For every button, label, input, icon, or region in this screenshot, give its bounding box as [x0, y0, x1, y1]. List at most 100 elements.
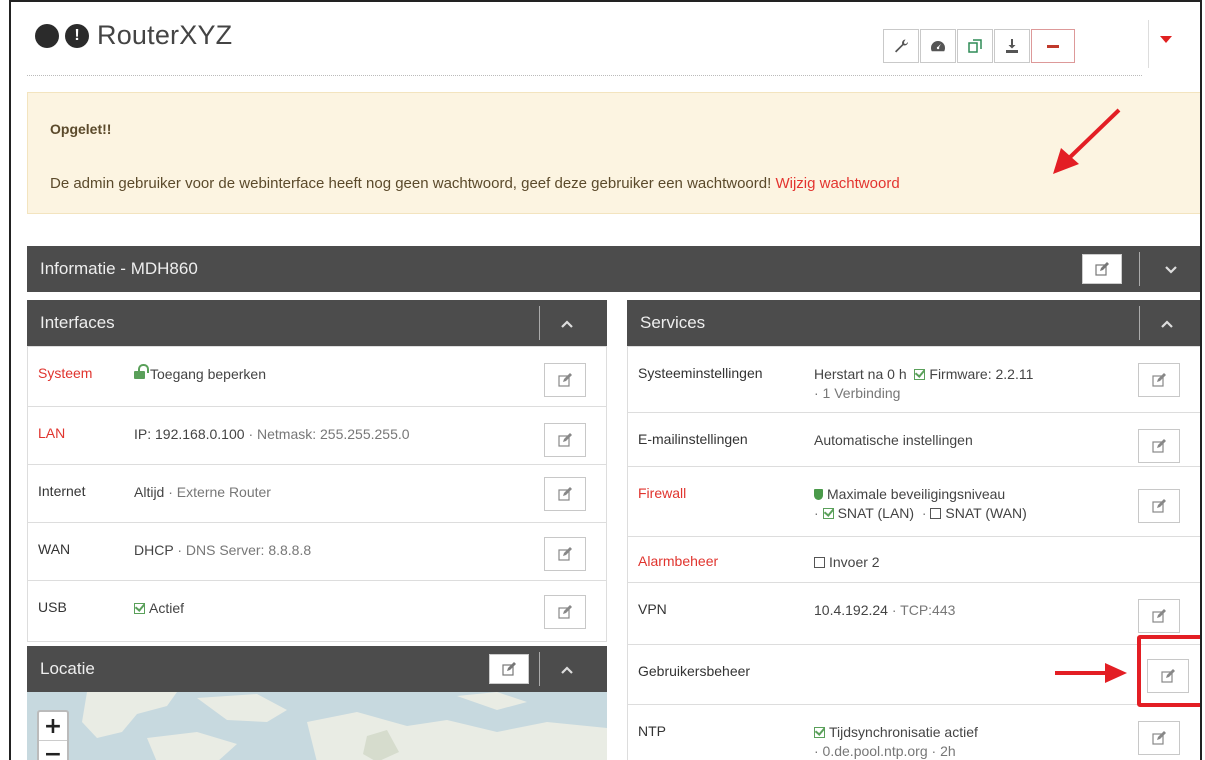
interface-label: Internet — [38, 483, 86, 499]
map-tiles — [82, 692, 607, 760]
page-title: RouterXYZ — [97, 20, 233, 50]
warning-icon: ! — [65, 23, 89, 48]
service-label[interactable]: Alarmbeheer — [638, 553, 718, 569]
map-zoom-control: + − — [37, 710, 69, 760]
interface-row-wan: WAN DHCP · DNS Server: 8.8.8.8 — [28, 523, 606, 581]
interface-label: USB — [38, 599, 67, 615]
download-button[interactable] — [994, 29, 1030, 63]
edit-button[interactable] — [1138, 599, 1180, 633]
checkbox-empty-icon — [930, 508, 942, 519]
chevron-up-icon[interactable] — [560, 662, 574, 676]
service-label: NTP — [638, 723, 666, 739]
interface-label[interactable]: LAN — [38, 425, 65, 441]
edit-icon — [1095, 262, 1109, 276]
service-label: E-mailinstellingen — [638, 431, 748, 447]
edit-button[interactable] — [1138, 429, 1180, 463]
service-row-vpn: VPN 10.4.192.24 · TCP:443 — [628, 583, 1200, 645]
zoom-out-button[interactable]: − — [39, 740, 67, 760]
interfaces-panel-title: Interfaces — [40, 313, 115, 332]
edit-icon — [1152, 373, 1166, 387]
edit-button[interactable] — [1138, 363, 1180, 397]
caret-down-icon[interactable] — [1160, 36, 1172, 43]
service-value: Herstart na 0 h Firmware: 2.2.11 · 1 Verb… — [814, 366, 1034, 401]
locatie-panel-title: Locatie — [40, 659, 95, 678]
header-divider — [27, 75, 1142, 76]
service-row-systeeminstellingen: Systeeminstellingen Herstart na 0 h Firm… — [628, 347, 1200, 413]
edit-icon — [558, 373, 572, 387]
service-row-email: E-mailinstellingen Automatische instelli… — [628, 413, 1200, 467]
restart-button[interactable] — [957, 29, 993, 63]
edit-icon — [1152, 499, 1166, 513]
edit-icon — [1152, 609, 1166, 623]
service-label: Gebruikersbeheer — [638, 663, 751, 679]
dashboard-icon — [931, 41, 945, 52]
edit-icon — [1152, 439, 1166, 453]
interface-row-usb: USB Actief — [28, 581, 606, 643]
header-toolbar — [883, 29, 1076, 63]
annotation-highlight-box — [1137, 635, 1200, 707]
header-divider-line — [1139, 252, 1140, 286]
header-divider-line — [539, 306, 540, 340]
lock-open-icon — [134, 364, 149, 379]
service-label[interactable]: Firewall — [638, 485, 686, 501]
edit-button[interactable] — [1138, 721, 1180, 755]
info-panel-header: Informatie - MDH860 — [27, 246, 1200, 292]
interface-label: WAN — [38, 541, 71, 557]
dashboard-button[interactable] — [920, 29, 956, 63]
locatie-edit-button[interactable] — [489, 654, 529, 684]
interface-value: Toegang beperken — [134, 364, 266, 384]
service-value: Automatische instellingen — [814, 432, 973, 448]
chevron-down-icon[interactable] — [1164, 262, 1178, 276]
alert-title: Opgelet!! — [50, 121, 112, 137]
location-map[interactable] — [27, 692, 607, 760]
restart-icon — [968, 39, 982, 53]
checkbox-empty-icon — [814, 557, 825, 568]
tools-button[interactable] — [883, 29, 919, 63]
interface-row-lan: LAN IP: 192.168.0.100 · Netmask: 255.255… — [28, 407, 606, 465]
change-password-link[interactable]: Wijzig wachtwoord — [775, 175, 899, 192]
edit-button[interactable] — [544, 537, 586, 571]
interface-value: Actief — [134, 599, 184, 618]
header-divider-line — [539, 652, 540, 686]
check-icon — [134, 603, 145, 614]
edit-button[interactable] — [544, 423, 586, 457]
edit-button[interactable] — [544, 363, 586, 397]
info-panel-title: Informatie - MDH860 — [40, 259, 198, 278]
zoom-in-button[interactable]: + — [39, 712, 67, 740]
service-row-gebruikersbeheer: Gebruikersbeheer — [628, 645, 1200, 705]
service-row-alarmbeheer: Alarmbeheer Invoer 2 — [628, 537, 1200, 583]
service-row-ntp: NTP Tijdsynchronisatie actief · 0.de.pool… — [628, 705, 1200, 760]
edit-icon — [558, 547, 572, 561]
info-edit-button[interactable] — [1082, 254, 1122, 284]
edit-icon — [502, 662, 516, 676]
alert-message-text: De admin gebruiker voor de webinterface … — [50, 175, 772, 192]
interfaces-panel-header: Interfaces — [27, 300, 607, 346]
edit-button[interactable] — [544, 477, 586, 511]
interfaces-panel: Systeem Toegang beperken LAN IP: 192.168… — [27, 346, 607, 642]
services-panel-header: Services — [627, 300, 1200, 346]
service-label: Systeeminstellingen — [638, 365, 763, 381]
service-label: VPN — [638, 601, 667, 617]
toolbar-divider — [1148, 20, 1149, 68]
services-panel: Systeeminstellingen Herstart na 0 h Firm… — [627, 346, 1200, 760]
interface-value: DHCP · DNS Server: 8.8.8.8 — [134, 542, 312, 558]
chevron-up-icon[interactable] — [560, 316, 574, 330]
locatie-panel-header: Locatie — [27, 646, 607, 692]
interface-value: IP: 192.168.0.100 · Netmask: 255.255.255… — [134, 426, 410, 442]
service-value: 10.4.192.24 · TCP:443 — [814, 602, 956, 618]
interface-label[interactable]: Systeem — [38, 365, 92, 381]
logout-button[interactable] — [1031, 29, 1075, 63]
header-divider-line — [1139, 306, 1140, 340]
service-value: Tijdsynchronisatie actief · 0.de.pool.ntp… — [814, 724, 978, 759]
service-value: Invoer 2 — [814, 553, 880, 572]
edit-icon — [558, 605, 572, 619]
edit-icon — [558, 487, 572, 501]
router-web-ui: ! RouterXYZ Opgelet!! De admin gebruiker… — [9, 0, 1202, 760]
chevron-up-icon[interactable] — [1160, 316, 1174, 330]
edit-icon — [1152, 731, 1166, 745]
edit-button[interactable] — [1138, 489, 1180, 523]
interface-row-internet: Internet Altijd · Externe Router — [28, 465, 606, 523]
service-row-firewall: Firewall Maximale beveiligingsniveau · SN… — [628, 467, 1200, 537]
edit-button[interactable] — [544, 595, 586, 629]
check-icon — [822, 508, 834, 519]
